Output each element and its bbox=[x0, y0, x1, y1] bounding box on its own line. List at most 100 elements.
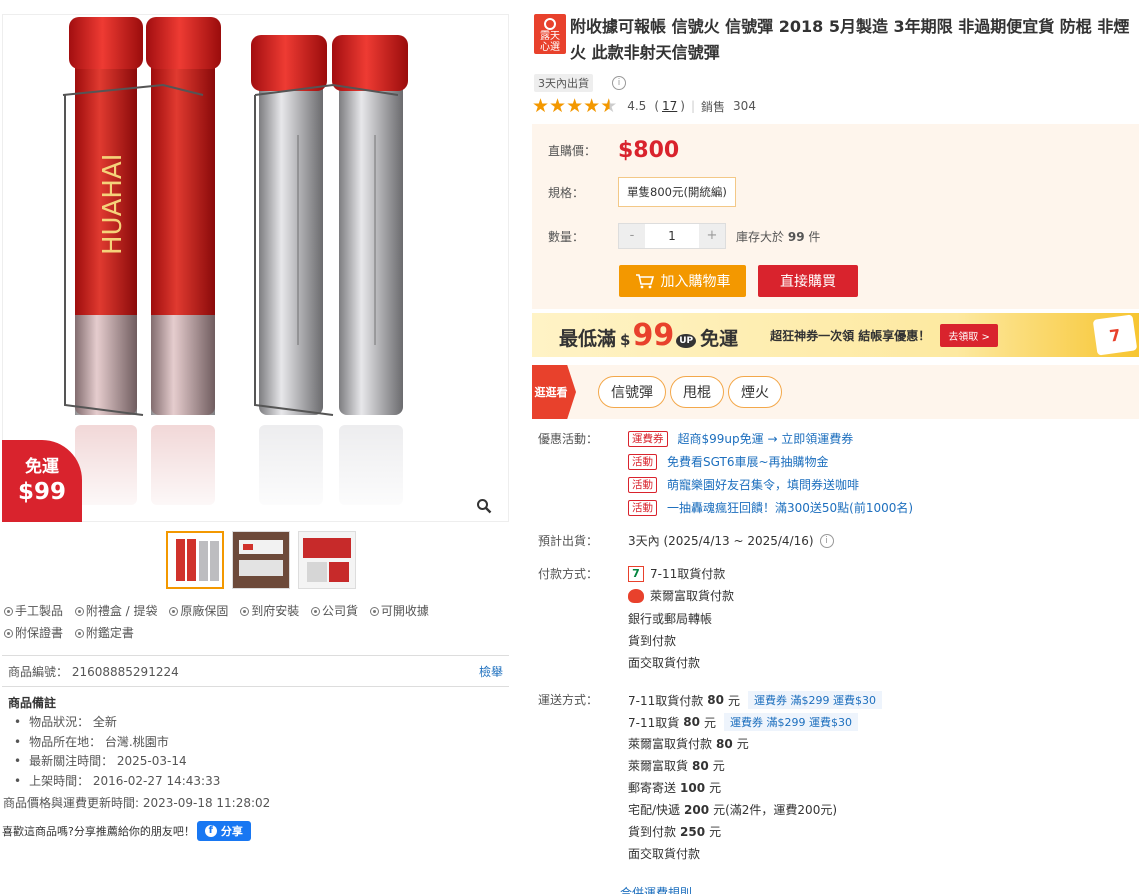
service-tag: 公司貨 bbox=[311, 600, 358, 622]
rating-row: ★ ★ ★ ★ ★ 4.5 ( 17 ) | 銷售 304 bbox=[532, 96, 756, 116]
shipping-method: 貨到付款 250 元 bbox=[628, 824, 722, 840]
product-info-column: 露天 心選 附收據可報帳 信號火 信號彈 2018 5月製造 3年期限 非過期便宜… bbox=[532, 0, 1139, 894]
convenience-store-icon: 7 bbox=[1092, 314, 1138, 356]
price-label: 直購價： bbox=[548, 144, 597, 158]
spec-row: 規格： 單隻800元(開統編) bbox=[548, 177, 736, 207]
payment-method: 貨到付款 bbox=[628, 634, 677, 648]
banner-headline: 最低滿 $ 99 UP 免運 bbox=[559, 317, 739, 353]
sales-count: 304 bbox=[733, 99, 756, 113]
notes-heading: 商品備註 bbox=[8, 696, 57, 710]
note-item: 物品狀況： 全新 bbox=[14, 713, 509, 733]
promotion-item[interactable]: 活動 一抽轟魂瘋狂回饋！滿300送50點(前1000名) bbox=[628, 499, 913, 516]
thumbnail-image bbox=[176, 539, 219, 581]
star-icon: ★ bbox=[583, 95, 601, 117]
rating-paren: ) bbox=[680, 99, 685, 113]
promotions-label: 優惠活動： bbox=[538, 432, 599, 446]
price-value: $800 bbox=[618, 138, 680, 163]
spec-label: 規格： bbox=[548, 185, 585, 200]
tag-chip[interactable]: 煙火 bbox=[728, 376, 782, 408]
note-item: 物品所在地： 台灣.桃園市 bbox=[14, 733, 509, 753]
quantity-row: 數量： - 1 + 庫存大於 99 件 bbox=[548, 223, 820, 249]
browse-label: 逛逛看 bbox=[532, 365, 576, 419]
banner-subtext: 超狂神券一次領 結帳享優惠！ bbox=[770, 328, 931, 343]
bullet-icon bbox=[369, 607, 379, 616]
claim-coupon-button[interactable]: 去領取 > bbox=[940, 323, 998, 347]
share-text: 喜歡這商品嗎?分享推薦給你的朋友吧！ bbox=[2, 825, 195, 838]
info-icon[interactable]: i bbox=[819, 533, 834, 548]
star-icon: ★ bbox=[549, 95, 567, 117]
note-item: 上架時間： 2016-02-27 14:43:33 bbox=[14, 772, 509, 792]
shipping-method: 萊爾富取貨付款 80 元 bbox=[628, 736, 749, 752]
quantity-stepper: - 1 + bbox=[618, 223, 726, 249]
rating-count-link[interactable]: 17 bbox=[662, 99, 677, 113]
star-icon: ★ bbox=[532, 95, 550, 117]
free-shipping-amount: $99 bbox=[17, 479, 66, 505]
bullet-icon bbox=[240, 607, 250, 616]
product-gallery-column: HUAHAI 免運 $99 手工製品 附禮盒 / 提袋 原廠保固 到府安裝 公司… bbox=[0, 0, 515, 894]
seven-eleven-icon: 7 bbox=[628, 565, 644, 582]
product-main-image[interactable]: HUAHAI bbox=[2, 14, 509, 522]
product-title: 附收據可報帳 信號火 信號彈 2018 5月製造 3年期限 非過期便宜貨 防棍 … bbox=[570, 17, 1130, 62]
service-tag: 原廠保固 bbox=[169, 600, 228, 622]
quantity-plus-button[interactable]: + bbox=[699, 224, 725, 248]
add-to-cart-button[interactable]: 加入購物車 bbox=[619, 265, 746, 297]
title-row: 露天 心選 附收據可報帳 信號火 信號彈 2018 5月製造 3年期限 非過期便宜… bbox=[534, 14, 1139, 66]
service-tag: 到府安裝 bbox=[240, 600, 299, 622]
promotion-item[interactable]: 運費券 超商$99up免運 → 立即領運費券 bbox=[628, 430, 853, 447]
note-item: 最新關注時間： 2025-03-14 bbox=[14, 752, 509, 772]
browse-tags: 逛逛看 信號彈 甩棍 煙火 bbox=[532, 365, 1139, 419]
thumbnail-3[interactable] bbox=[298, 531, 356, 589]
bullet-icon bbox=[74, 607, 84, 616]
info-icon[interactable]: i bbox=[612, 76, 626, 90]
payment-method: 7 7-11取貨付款 bbox=[628, 565, 725, 582]
divider: | bbox=[690, 99, 696, 113]
thumbnail-2[interactable] bbox=[232, 531, 290, 589]
price-update-time: 商品價格與運費更新時間: 2023-09-18 11:28:02 bbox=[3, 796, 271, 810]
shipping-method: 面交取貨付款 bbox=[628, 847, 701, 861]
sales-label: 銷售 bbox=[701, 99, 726, 114]
thumbnail-image bbox=[233, 532, 289, 588]
mall-select-badge: 露天 心選 bbox=[534, 14, 566, 54]
price-row: 直購價： $800 bbox=[548, 138, 679, 163]
rating-paren: ( bbox=[654, 99, 660, 113]
spec-option-button[interactable]: 單隻800元(開統編) bbox=[618, 177, 736, 207]
service-tag: 附保證書 bbox=[4, 622, 63, 644]
rating-stars: ★ ★ ★ ★ ★ bbox=[532, 96, 617, 116]
rating-score: 4.5 bbox=[627, 99, 647, 113]
shipping-method: 宅配/快遞 200 元(滿2件，運費200元) bbox=[628, 802, 838, 818]
free-shipping-badge: 免運 $99 bbox=[2, 440, 82, 522]
quantity-minus-button[interactable]: - bbox=[619, 224, 645, 248]
star-icon: ★ bbox=[566, 95, 584, 117]
facebook-share-button[interactable]: f 分享 bbox=[196, 821, 251, 841]
payment-method: 萊爾富取貨付款 bbox=[628, 587, 734, 604]
magnifier-icon bbox=[477, 499, 492, 514]
promotion-item[interactable]: 活動 萌寵樂園好友召集令，填問券送咖啡 bbox=[628, 476, 859, 493]
thumbnail-strip bbox=[166, 531, 356, 589]
service-tag: 手工製品 bbox=[4, 600, 63, 622]
shipping-method: 萊爾富取貨 80 元 bbox=[628, 758, 725, 774]
zoom-button[interactable] bbox=[470, 492, 498, 520]
thumbnail-image bbox=[299, 532, 355, 588]
bullet-icon bbox=[311, 607, 321, 616]
report-link[interactable]: 檢舉 bbox=[479, 663, 503, 680]
free-shipping-text: 免運 bbox=[25, 457, 59, 477]
shipping-coupon[interactable]: 運費券 滿$299 運費$30 bbox=[723, 713, 858, 731]
promotion-item[interactable]: 活動 免費看SGT6車展~再抽購物金 bbox=[628, 453, 829, 470]
hilife-icon bbox=[628, 588, 644, 603]
tag-chip[interactable]: 甩棍 bbox=[670, 376, 724, 408]
quantity-input[interactable]: 1 bbox=[645, 224, 699, 248]
combined-shipping-rules-link[interactable]: 合併運費規則 bbox=[620, 884, 692, 894]
quantity-label: 數量： bbox=[548, 229, 585, 244]
tag-chip[interactable]: 信號彈 bbox=[598, 376, 666, 408]
stock-info: 庫存大於 99 件 bbox=[736, 229, 821, 244]
svg-text:HUAHAI: HUAHAI bbox=[98, 154, 128, 255]
payment-method: 銀行或郵局轉帳 bbox=[628, 612, 713, 626]
shipping-coupon[interactable]: 運費券 滿$299 運費$30 bbox=[747, 691, 882, 709]
bullet-icon bbox=[4, 629, 13, 638]
thumbnail-1[interactable] bbox=[166, 531, 224, 589]
ship-within-tag: 3天內出貨 bbox=[534, 74, 593, 92]
buy-now-button[interactable]: 直接購買 bbox=[758, 265, 858, 297]
free-shipping-banner[interactable]: 最低滿 $ 99 UP 免運 超狂神券一次領 結帳享優惠！ 去領取 > 7 bbox=[532, 313, 1139, 357]
expected-ship-value: 3天內 (2025/4/13 ~ 2025/4/16) i bbox=[628, 532, 834, 549]
product-code-row: 商品編號： 21608885291224 檢舉 bbox=[2, 655, 509, 687]
